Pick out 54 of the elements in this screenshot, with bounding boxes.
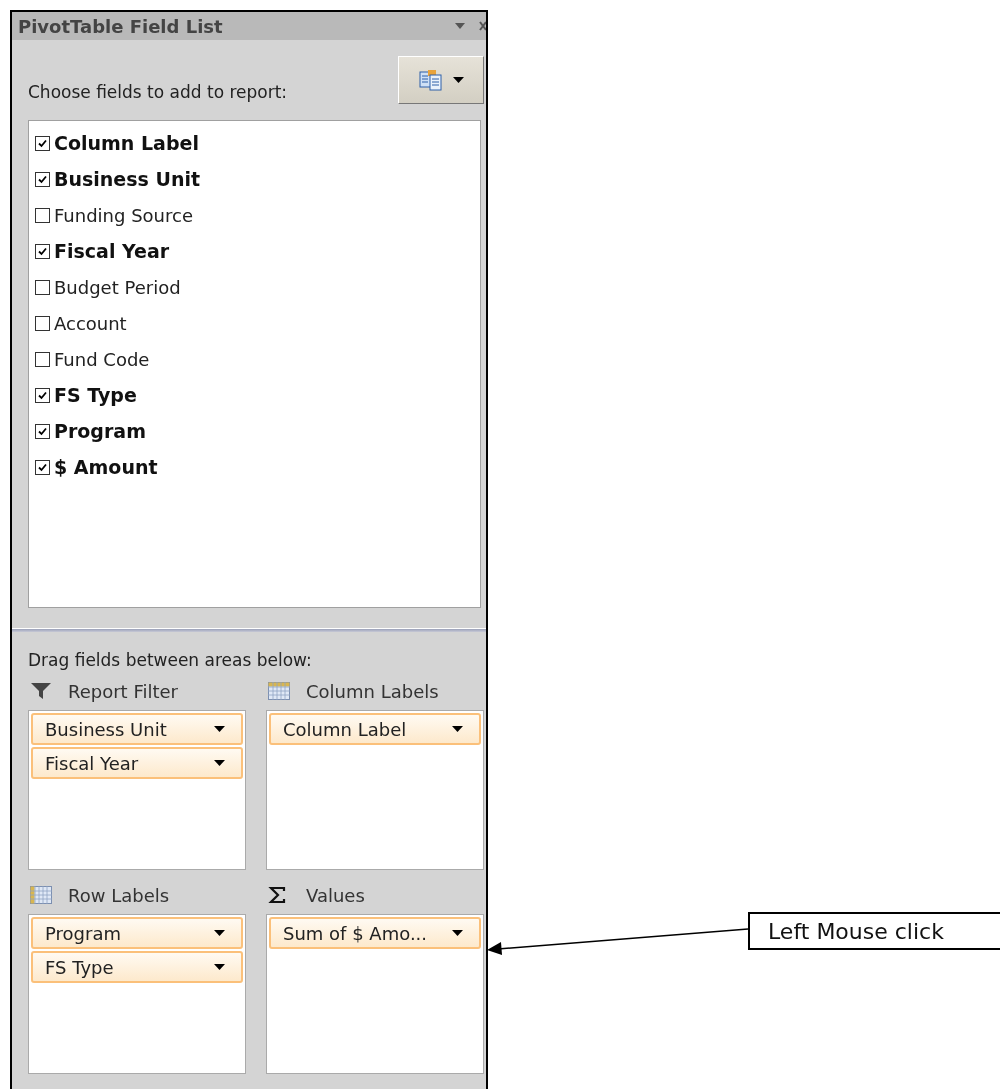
checkbox[interactable]	[35, 243, 50, 259]
dropdown-icon[interactable]	[455, 23, 465, 29]
checkbox[interactable]	[35, 207, 50, 223]
grid-icon	[268, 682, 290, 700]
panel-title: PivotTable Field List	[18, 15, 224, 37]
area-title: Row Labels	[68, 884, 170, 906]
close-icon[interactable]	[479, 21, 486, 31]
caret-icon	[452, 77, 464, 83]
checkmark-icon	[37, 173, 48, 185]
field-item[interactable]: Budget Period	[35, 269, 480, 305]
layout-button[interactable]	[398, 56, 484, 104]
caret-icon	[214, 760, 225, 766]
caret-icon	[214, 964, 225, 970]
area-title: Report Filter	[68, 680, 178, 702]
checkmark-icon	[37, 389, 48, 401]
checkmark-icon	[37, 137, 48, 149]
field-item[interactable]: Business Unit	[35, 161, 480, 197]
field-item[interactable]: Fund Code	[35, 341, 480, 377]
field-item[interactable]: Account	[35, 305, 480, 341]
areas-prompt: Drag fields between areas below:	[28, 650, 312, 670]
caret-icon	[452, 930, 463, 936]
checkbox[interactable]	[35, 387, 50, 403]
field-item[interactable]: Funding Source	[35, 197, 480, 233]
checkmark-icon	[37, 245, 48, 257]
checkmark-icon	[37, 425, 48, 437]
prompt-text: Choose fields to add to report:	[28, 82, 288, 102]
callout-label: Left Mouse click	[748, 912, 1000, 950]
area-title: Column Labels	[306, 680, 439, 702]
field-button[interactable]: FS Type	[31, 951, 243, 983]
field-button[interactable]: Program	[31, 917, 243, 949]
field-button[interactable]: Fiscal Year	[31, 747, 243, 779]
field-item[interactable]: Program	[35, 413, 480, 449]
caret-icon	[452, 726, 463, 732]
checkbox[interactable]	[35, 351, 50, 367]
grid-icon	[30, 886, 52, 904]
area-title: Values	[306, 884, 365, 906]
caret-icon	[214, 930, 225, 936]
filter-icon	[30, 682, 52, 700]
checkbox[interactable]	[35, 135, 50, 151]
field-item[interactable]: FS Type	[35, 377, 480, 413]
checkbox[interactable]	[35, 423, 50, 439]
field-button[interactable]: Sum of $ Amo...	[269, 917, 481, 949]
field-layout-icon	[418, 69, 443, 91]
caret-icon	[214, 726, 225, 732]
checkbox[interactable]	[35, 315, 50, 331]
field-item[interactable]: Column Label	[35, 125, 480, 161]
checkbox[interactable]	[35, 171, 50, 187]
field-button[interactable]: Business Unit	[31, 713, 243, 745]
checkbox[interactable]	[35, 459, 50, 475]
checkbox[interactable]	[35, 279, 50, 295]
field-item[interactable]: Fiscal Year	[35, 233, 480, 269]
field-item[interactable]: $ Amount	[35, 449, 480, 485]
checkmark-icon	[37, 461, 48, 473]
field-button[interactable]: Column Label	[269, 713, 481, 745]
